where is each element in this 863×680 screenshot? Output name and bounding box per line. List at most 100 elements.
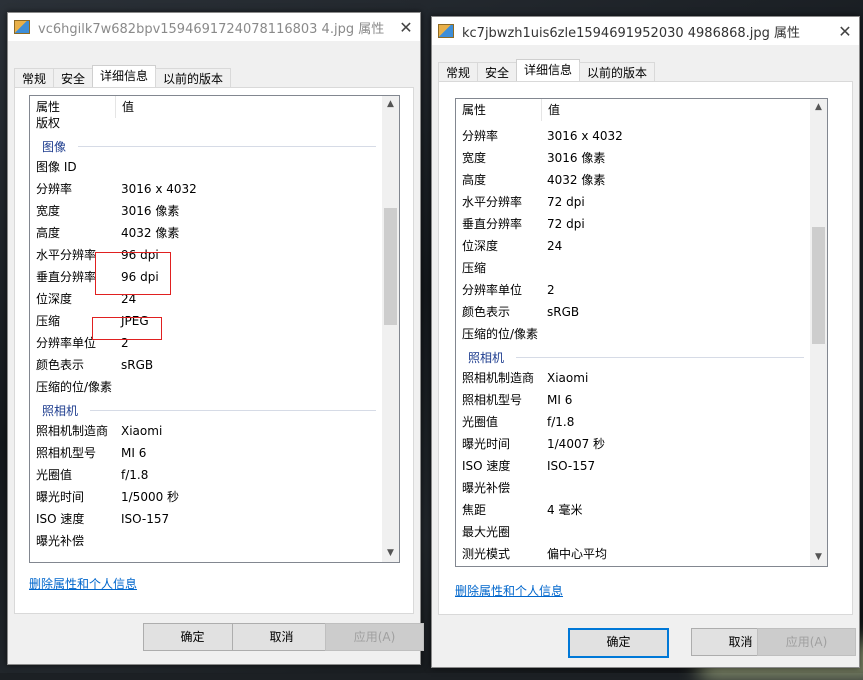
tab-general[interactable]: 常规 — [14, 68, 55, 89]
column-header-value[interactable]: 值 — [542, 99, 708, 121]
property-value: MI 6 — [547, 393, 573, 407]
scroll-thumb[interactable] — [384, 208, 397, 325]
table-row[interactable]: 颜色表示 sRGB — [30, 354, 382, 376]
property-value — [541, 477, 547, 499]
property-name: 光圈值 — [36, 468, 73, 482]
property-value: sRGB — [121, 358, 154, 372]
tab-security[interactable]: 安全 — [477, 62, 518, 83]
table-row[interactable]: 焦距 4 毫米 — [456, 499, 810, 521]
property-value: MI 6 — [121, 446, 147, 460]
table-row[interactable]: 高度 4032 像素 — [456, 169, 810, 191]
remove-properties-link[interactable]: 删除属性和个人信息 — [455, 582, 563, 599]
property-value — [541, 257, 547, 279]
remove-properties-link[interactable]: 删除属性和个人信息 — [29, 575, 137, 592]
table-row[interactable]: 宽度 3016 像素 — [456, 147, 810, 169]
table-row[interactable]: 曝光时间 1/4007 秒 — [456, 433, 810, 455]
table-row[interactable]: 位深度 24 — [30, 288, 382, 310]
apply-button[interactable]: 应用(A) — [757, 628, 856, 656]
property-name: 高度 — [462, 173, 487, 187]
ok-button[interactable]: 确定 — [143, 623, 242, 651]
property-name: 最大光圈 — [462, 525, 511, 539]
property-value: 72 dpi — [547, 217, 585, 231]
ok-button[interactable]: 确定 — [568, 628, 669, 658]
table-row[interactable]: 宽度 3016 像素 — [30, 200, 382, 222]
window-title: vc6hgilk7w682bpv1594691724078116803 4.jp… — [38, 21, 385, 37]
table-row[interactable]: 分辨率单位 2 — [30, 332, 382, 354]
close-icon[interactable]: ✕ — [392, 18, 420, 37]
table-row[interactable]: 曝光补偿 — [30, 530, 382, 552]
title-bar[interactable]: kc7jbwzh1uis6zle1594691952030 4986868.jp… — [432, 17, 859, 45]
tab-previous-versions[interactable]: 以前的版本 — [155, 68, 232, 89]
table-row[interactable]: 压缩 JPEG — [30, 310, 382, 332]
property-value: 4032 像素 — [121, 226, 180, 240]
column-header-property[interactable]: 属性 — [456, 99, 542, 121]
image-file-icon — [14, 20, 30, 34]
property-value: 偏中心平均 — [547, 547, 608, 561]
section-header: 图像 — [30, 134, 382, 156]
table-row[interactable]: 照相机型号 MI 6 — [456, 389, 810, 411]
property-value — [541, 521, 547, 543]
tab-details[interactable]: 详细信息 — [92, 65, 157, 89]
table-row[interactable]: 照相机型号 MI 6 — [30, 442, 382, 464]
table-row[interactable]: 高度 4032 像素 — [30, 222, 382, 244]
table-row[interactable]: 分辨率单位 2 — [456, 279, 810, 301]
table-row[interactable]: 颜色表示 sRGB — [456, 301, 810, 323]
tab-general[interactable]: 常规 — [438, 62, 479, 83]
table-row[interactable]: 位深度 24 — [456, 235, 810, 257]
property-name: 曝光补偿 — [36, 534, 85, 548]
section-header: 照相机 — [456, 345, 810, 367]
table-row[interactable]: 水平分辨率 72 dpi — [456, 191, 810, 213]
table-row[interactable]: ISO 速度 ISO-157 — [456, 455, 810, 477]
property-name: 压缩 — [462, 261, 487, 275]
property-name: 颜色表示 — [36, 358, 85, 372]
table-row[interactable]: 压缩的位/像素 — [30, 376, 382, 398]
table-row[interactable]: 测光模式 偏中心平均 — [456, 543, 810, 565]
table-row[interactable]: 压缩的位/像素 — [456, 323, 810, 345]
table-row[interactable]: 曝光时间 1/5000 秒 — [30, 486, 382, 508]
table-row[interactable]: 最大光圈 — [456, 521, 810, 543]
scroll-up-icon[interactable]: ▲ — [810, 99, 827, 116]
vertical-scrollbar[interactable]: ▲ ▼ — [810, 99, 827, 566]
vertical-scrollbar[interactable]: ▲ ▼ — [382, 96, 399, 562]
property-value — [115, 112, 121, 134]
table-row[interactable]: 垂直分辨率 72 dpi — [456, 213, 810, 235]
property-value: f/1.8 — [121, 468, 149, 482]
title-bar[interactable]: vc6hgilk7w682bpv1594691724078116803 4.jp… — [8, 13, 420, 41]
table-row[interactable]: 分辨率 3016 x 4032 — [30, 178, 382, 200]
section-label: 照相机 — [468, 351, 505, 365]
table-row[interactable]: 照相机制造商 Xiaomi — [30, 420, 382, 442]
property-name: ISO 速度 — [36, 512, 85, 526]
tab-previous-versions[interactable]: 以前的版本 — [579, 62, 656, 83]
table-row[interactable]: 压缩 — [456, 257, 810, 279]
property-list[interactable]: 属性 值 版权 图像 图像 ID 分辨率 3016 x 4032 宽度 3016 像素 高度 4… — [29, 95, 400, 563]
property-name: 垂直分辨率 — [462, 217, 523, 231]
scroll-up-icon[interactable]: ▲ — [382, 96, 399, 113]
table-row[interactable]: 分辨率 3016 x 4032 — [456, 125, 810, 147]
property-value: 1/5000 秒 — [121, 490, 180, 504]
cancel-button[interactable]: 取消 — [232, 623, 331, 651]
table-row[interactable]: 垂直分辨率 96 dpi — [30, 266, 382, 288]
table-row[interactable]: ISO 速度 ISO-157 — [30, 508, 382, 530]
table-row[interactable]: 照相机制造商 Xiaomi — [456, 367, 810, 389]
property-name: 宽度 — [36, 204, 61, 218]
table-row[interactable]: 光圈值 f/1.8 — [30, 464, 382, 486]
table-row[interactable]: 光圈值 f/1.8 — [456, 411, 810, 433]
property-list[interactable]: 属性 值 分辨率 3016 x 4032 宽度 3016 像素 高度 4032 像素 水平分… — [455, 98, 828, 567]
property-name: 分辨率 — [36, 182, 73, 196]
close-icon[interactable]: ✕ — [831, 22, 859, 41]
tab-security[interactable]: 安全 — [53, 68, 94, 89]
table-row[interactable]: 曝光补偿 — [456, 477, 810, 499]
table-row[interactable]: 版权 — [30, 112, 382, 134]
property-value — [115, 376, 121, 398]
properties-dialog-left[interactable]: vc6hgilk7w682bpv1594691724078116803 4.jp… — [7, 12, 424, 665]
property-value: 1/4007 秒 — [547, 437, 606, 451]
table-row[interactable]: 图像 ID — [30, 156, 382, 178]
scroll-thumb[interactable] — [812, 227, 825, 344]
apply-button[interactable]: 应用(A) — [325, 623, 424, 651]
tab-details[interactable]: 详细信息 — [516, 59, 581, 83]
scroll-down-icon[interactable]: ▼ — [810, 549, 827, 566]
scroll-down-icon[interactable]: ▼ — [382, 545, 399, 562]
properties-dialog-right[interactable]: kc7jbwzh1uis6zle1594691952030 4986868.jp… — [431, 16, 860, 668]
table-row[interactable]: 水平分辨率 96 dpi — [30, 244, 382, 266]
property-value: sRGB — [547, 305, 580, 319]
